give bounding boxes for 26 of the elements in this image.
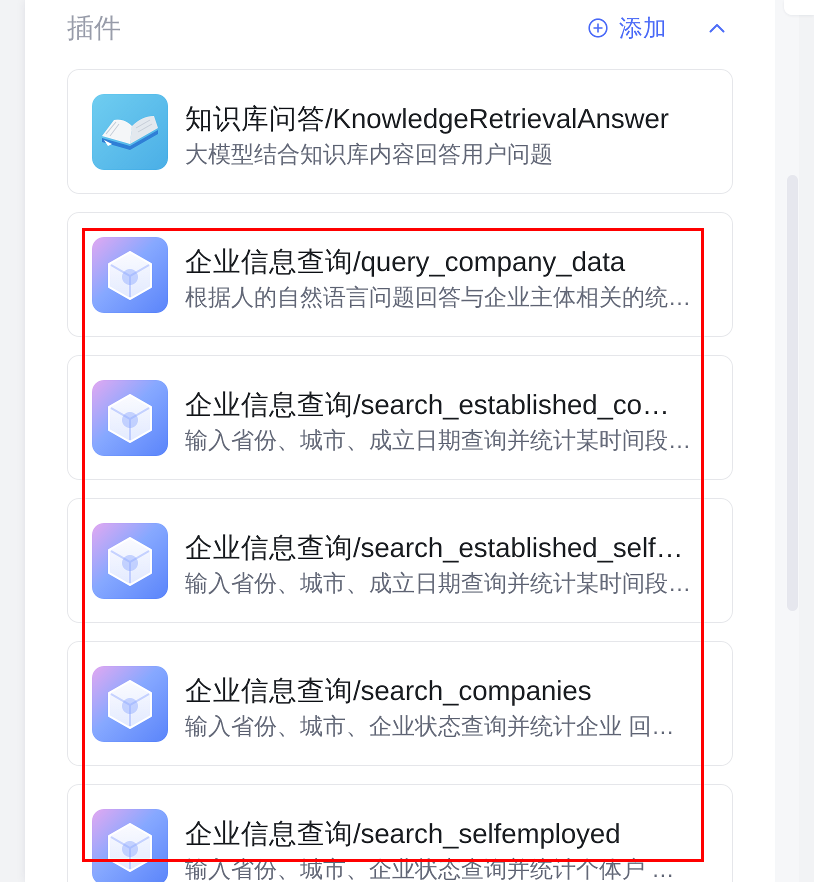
plugin-title: 企业信息查询/query_company_data	[185, 245, 626, 279]
cube-icon	[92, 236, 168, 312]
plugin-card[interactable]: 知识库问答/KnowledgeRetrievalAnswer 大模型结合知识库内容回答用户问题	[67, 69, 733, 194]
plugin-title: 企业信息查询/search_companies	[185, 674, 592, 708]
plugin-card[interactable]: 企业信息查询/search_companies 输入省份、城市、企业状态查询并统计企业 回…	[67, 641, 733, 766]
plugin-card[interactable]: 企业信息查询/search_established_self… 输入省份、城市、成立日期查询并统计某时间段…	[67, 498, 733, 623]
plugin-title: 知识库问答/KnowledgeRetrievalAnswer	[185, 102, 669, 136]
plugin-title: 企业信息查询/search_established_co…	[185, 388, 670, 422]
plugin-card[interactable]: 企业信息查询/search_established_co… 输入省份、城市、成立日期查询并统计某时间段…	[67, 355, 733, 480]
plugin-title: 企业信息查询/search_selfemployed	[185, 817, 622, 851]
cube-icon	[92, 380, 168, 456]
cube-icon	[92, 666, 168, 742]
plugin-description: 输入省份、城市、成立日期查询并统计某时间段…	[185, 427, 691, 453]
cube-icon	[92, 522, 168, 598]
plugin-description: 输入省份、城市、成立日期查询并统计某时间段…	[185, 570, 691, 596]
plugin-description: 大模型结合知识库内容回答用户问题	[185, 141, 554, 167]
plugin-card[interactable]: 企业信息查询/query_company_data 根据人的自然语言问题回答与企业主体相关的统…	[67, 212, 733, 337]
book-icon	[92, 94, 168, 170]
plugin-description: 根据人的自然语言问题回答与企业主体相关的统…	[185, 284, 691, 310]
plugin-description: 输入省份、城市、企业状态查询并统计企业 回…	[185, 713, 674, 739]
add-button[interactable]: 添加	[588, 12, 667, 44]
cube-icon	[92, 808, 168, 882]
plugin-title: 企业信息查询/search_established_self…	[185, 531, 684, 565]
section-title: 插件	[67, 12, 121, 45]
chevron-icon[interactable]	[709, 23, 725, 33]
plus-circle-icon	[588, 18, 608, 38]
